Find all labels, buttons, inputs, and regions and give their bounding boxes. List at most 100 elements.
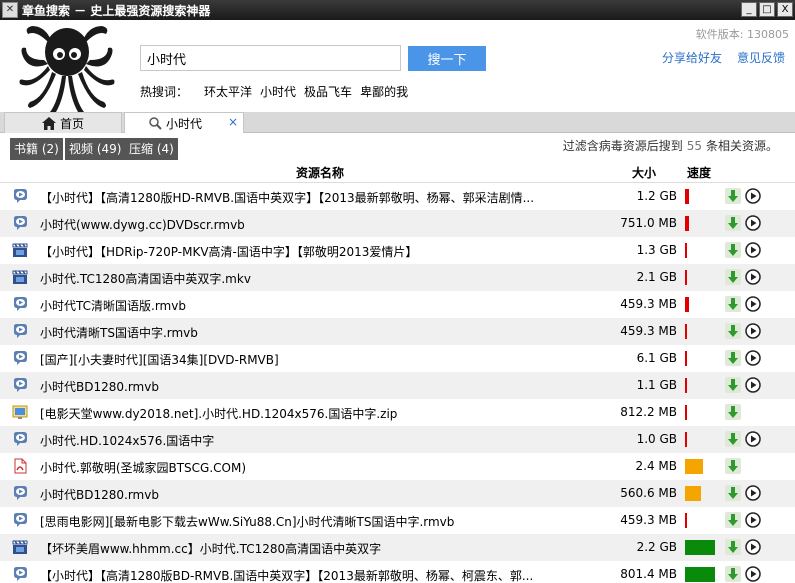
result-row[interactable]: 【小时代】【高清1280版HD-RMVB.国语中英双字】【2013最新郭敬明、杨… (0, 183, 795, 210)
video-file-icon (12, 377, 28, 393)
tab-search-label: 小时代 (166, 116, 203, 131)
tab-home-label: 首页 (59, 116, 84, 131)
file-name[interactable]: 小时代TC清晰国语版.rmvb (40, 297, 600, 314)
file-name[interactable]: [国产][小夫妻时代][国语34集][DVD-RMVB] (40, 351, 600, 368)
hot-word-link[interactable]: 卑鄙的我 (360, 83, 408, 100)
download-icon[interactable] (725, 539, 741, 555)
search-button[interactable]: 搜一下 (408, 46, 486, 71)
tab-close-icon[interactable]: × (228, 115, 238, 129)
download-icon[interactable] (725, 215, 741, 231)
filter-archive-button[interactable]: 压缩 (4) (125, 138, 178, 160)
file-name[interactable]: 小时代.HD.1024x576.国语中字 (40, 432, 600, 449)
download-icon[interactable] (725, 458, 741, 474)
file-size: 6.1 GB (636, 351, 677, 365)
play-icon[interactable] (745, 269, 761, 285)
maximize-button[interactable]: □ (759, 2, 775, 17)
speed-bar (685, 216, 689, 231)
feedback-link[interactable]: 意见反馈 (737, 49, 785, 66)
hot-words-label: 热搜词： (140, 85, 189, 99)
file-name[interactable]: 小时代BD1280.rmvb (40, 486, 600, 503)
filter-video-button[interactable]: 视频 (49) (65, 138, 126, 160)
download-icon[interactable] (725, 269, 741, 285)
share-link[interactable]: 分享给好友 (662, 49, 722, 66)
speed-bar (685, 243, 687, 258)
column-speed[interactable]: 速度 (687, 164, 711, 181)
tab-home[interactable]: 首页 (4, 112, 122, 133)
tab-search[interactable]: 小时代 × (124, 112, 244, 133)
download-icon[interactable] (725, 188, 741, 204)
play-icon[interactable] (745, 188, 761, 204)
result-list: 【小时代】【高清1280版HD-RMVB.国语中英双字】【2013最新郭敬明、杨… (0, 183, 795, 583)
octopus-logo (19, 26, 115, 112)
result-row[interactable]: 小时代(www.dywg.cc)DVDscr.rmvb 751.0 MB (0, 210, 795, 237)
result-row[interactable]: [国产][小夫妻时代][国语34集][DVD-RMVB] 6.1 GB (0, 345, 795, 372)
video-file-icon (12, 485, 28, 501)
close-window-button[interactable]: X (777, 2, 793, 17)
play-icon[interactable] (745, 431, 761, 447)
result-row[interactable]: 小时代TC清晰国语版.rmvb 459.3 MB (0, 291, 795, 318)
result-row[interactable]: 小时代.TC1280高清国语中英双字.mkv 2.1 GB (0, 264, 795, 291)
file-name[interactable]: 【小时代】【HDRip-720P-MKV高清-国语中字】【郭敬明2013爱情片】 (40, 243, 600, 260)
result-row[interactable]: [思雨电影网][最新电影下载去wWw.SiYu88.Cn]小时代清晰TS国语中字… (0, 507, 795, 534)
file-name[interactable]: 小时代BD1280.rmvb (40, 378, 600, 395)
file-name[interactable]: 【小时代】【高清1280版HD-RMVB.国语中英双字】【2013最新郭敬明、杨… (40, 189, 600, 206)
result-row[interactable]: 小时代.郭敬明(圣城家园BTSCG.COM) 2.4 MB (0, 453, 795, 480)
minimize-button[interactable]: _ (741, 2, 757, 17)
download-icon[interactable] (725, 350, 741, 366)
play-icon[interactable] (745, 242, 761, 258)
file-name[interactable]: 小时代.郭敬明(圣城家园BTSCG.COM) (40, 459, 600, 476)
summary-prefix: 过滤含病毒资源后搜到 (562, 139, 683, 153)
file-name[interactable]: 【坏坏美眉www.hhmm.cc】小时代.TC1280高清国语中英双字 (40, 540, 600, 557)
play-icon[interactable] (745, 566, 761, 582)
download-icon[interactable] (725, 431, 741, 447)
speed-bar (685, 432, 687, 447)
hot-words: 热搜词： 环太平洋 小时代 极品飞车 卑鄙的我 (140, 83, 408, 100)
result-row[interactable]: [电影天堂www.dy2018.net].小时代.HD.1204x576.国语中… (0, 399, 795, 426)
result-row[interactable]: 小时代BD1280.rmvb 560.6 MB (0, 480, 795, 507)
download-icon[interactable] (725, 242, 741, 258)
hot-word-link[interactable]: 极品飞车 (304, 83, 352, 100)
result-row[interactable]: 【小时代】【高清1280版BD-RMVB.国语中英双字】【2013最新郭敬明、杨… (0, 561, 795, 583)
file-name[interactable]: 小时代(www.dywg.cc)DVDscr.rmvb (40, 216, 600, 233)
download-icon[interactable] (725, 512, 741, 528)
file-name[interactable]: [思雨电影网][最新电影下载去wWw.SiYu88.Cn]小时代清晰TS国语中字… (40, 513, 600, 530)
filter-books-button[interactable]: 书籍 (2) (10, 138, 63, 160)
download-icon[interactable] (725, 377, 741, 393)
zip-file-icon (12, 404, 28, 420)
download-icon[interactable] (725, 404, 741, 420)
result-row[interactable]: 小时代BD1280.rmvb 1.1 GB (0, 372, 795, 399)
result-row[interactable]: 【坏坏美眉www.hhmm.cc】小时代.TC1280高清国语中英双字 2.2 G… (0, 534, 795, 561)
result-row[interactable]: 小时代.HD.1024x576.国语中字 1.0 GB (0, 426, 795, 453)
file-name[interactable]: [电影天堂www.dy2018.net].小时代.HD.1204x576.国语中… (40, 405, 600, 422)
download-icon[interactable] (725, 323, 741, 339)
speed-bar (685, 459, 703, 474)
hot-word-link[interactable]: 环太平洋 (204, 83, 252, 100)
play-icon[interactable] (745, 377, 761, 393)
play-icon[interactable] (745, 323, 761, 339)
play-icon[interactable] (745, 296, 761, 312)
file-name[interactable]: 小时代.TC1280高清国语中英双字.mkv (40, 270, 600, 287)
speed-bar (685, 405, 687, 420)
column-size[interactable]: 大小 (632, 164, 656, 181)
file-name[interactable]: 小时代清晰TS国语中字.rmvb (40, 324, 600, 341)
title-bar: ✕ 章鱼搜索 － 史上最强资源搜索神器 _ □ X (0, 0, 795, 20)
play-icon[interactable] (745, 512, 761, 528)
file-name[interactable]: 【小时代】【高清1280版BD-RMVB.国语中英双字】【2013最新郭敬明、杨… (40, 567, 600, 583)
play-icon[interactable] (745, 350, 761, 366)
file-size: 1.2 GB (636, 189, 677, 203)
download-icon[interactable] (725, 566, 741, 582)
search-icon (149, 116, 162, 130)
play-icon[interactable] (745, 215, 761, 231)
play-icon[interactable] (745, 539, 761, 555)
pdf-file-icon (12, 458, 28, 474)
column-name[interactable]: 资源名称 (296, 164, 344, 181)
hot-word-link[interactable]: 小时代 (260, 83, 296, 100)
result-row[interactable]: 小时代清晰TS国语中字.rmvb 459.3 MB (0, 318, 795, 345)
play-icon[interactable] (745, 485, 761, 501)
speed-bar (685, 351, 687, 366)
download-icon[interactable] (725, 485, 741, 501)
result-row[interactable]: 【小时代】【HDRip-720P-MKV高清-国语中字】【郭敬明2013爱情片】… (0, 237, 795, 264)
download-icon[interactable] (725, 296, 741, 312)
file-size: 751.0 MB (620, 216, 677, 230)
search-input[interactable] (140, 45, 401, 71)
